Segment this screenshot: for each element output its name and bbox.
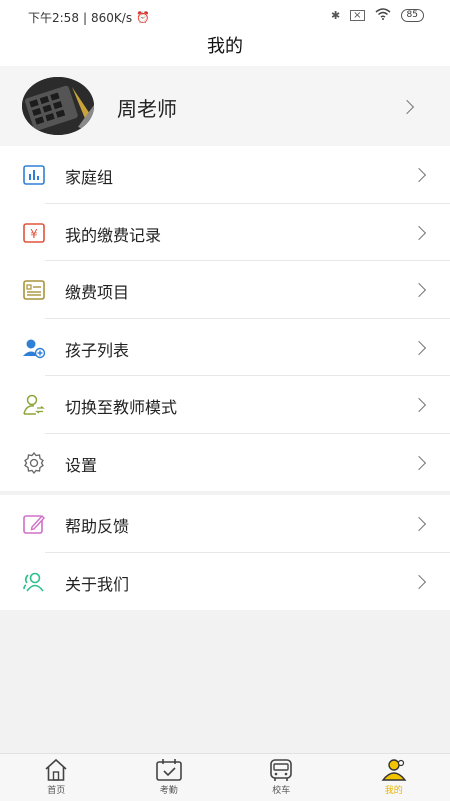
menu-item-payment-items[interactable]: 缴费项目 <box>0 261 450 319</box>
wifi-icon <box>375 8 391 23</box>
svg-text:¥: ¥ <box>30 227 38 241</box>
chevron-right-icon <box>412 168 426 182</box>
tab-label: 考勤 <box>113 783 226 796</box>
menu-item-label: 设置 <box>65 452 97 476</box>
bluetooth-icon: ✱ <box>331 9 340 22</box>
calendar-check-icon <box>155 758 183 782</box>
avatar <box>22 77 94 135</box>
chevron-right-icon <box>400 100 414 114</box>
tab-label: 首页 <box>0 783 113 796</box>
bottom-tab-bar: 首页 考勤 校车 我的 <box>0 753 450 801</box>
menu-group-main: 家庭组 ¥ 我的缴费记录 缴费项目 孩子列表 切换至教师模式 <box>0 146 450 491</box>
chevron-right-icon <box>412 517 426 531</box>
menu-item-help-feedback[interactable]: 帮助反馈 <box>0 495 450 553</box>
child-add-icon <box>22 336 46 360</box>
menu-group-secondary: 帮助反馈 关于我们 <box>0 495 450 610</box>
home-icon <box>43 758 69 782</box>
menu-item-label: 我的缴费记录 <box>65 222 161 246</box>
alarm-off-icon: ⏰ <box>136 11 150 24</box>
profile-name: 周老师 <box>117 93 177 122</box>
profile-row[interactable]: 周老师 <box>0 66 450 146</box>
chevron-right-icon <box>412 574 426 588</box>
users-icon <box>22 570 46 594</box>
gear-icon <box>22 451 46 475</box>
edit-icon <box>22 512 46 536</box>
chevron-right-icon <box>412 340 426 354</box>
menu-item-payment-records[interactable]: ¥ 我的缴费记录 <box>0 204 450 262</box>
chevron-right-icon <box>412 225 426 239</box>
chevron-right-icon <box>412 283 426 297</box>
menu-item-children-list[interactable]: 孩子列表 <box>0 319 450 377</box>
menu-item-label: 家庭组 <box>65 164 113 188</box>
menu-item-label: 孩子列表 <box>65 337 129 361</box>
bus-icon <box>268 758 294 782</box>
menu-item-family-group[interactable]: 家庭组 <box>0 146 450 204</box>
status-bar: 下午2:58 | 860K/s ⏰ ✱ × 85 <box>0 0 450 32</box>
sim-icon: × <box>350 10 364 21</box>
chevron-right-icon <box>412 398 426 412</box>
tab-attendance[interactable]: 考勤 <box>113 754 226 801</box>
tab-label: 校车 <box>225 783 338 796</box>
menu-item-about-us[interactable]: 关于我们 <box>0 553 450 611</box>
bar-chart-icon <box>22 163 46 187</box>
tab-home[interactable]: 首页 <box>0 754 113 801</box>
yen-icon: ¥ <box>22 221 46 245</box>
bill-list-icon <box>22 278 46 302</box>
battery-indicator: 85 <box>401 9 424 22</box>
tab-school-bus[interactable]: 校车 <box>225 754 338 801</box>
menu-item-switch-teacher-mode[interactable]: 切换至教师模式 <box>0 376 450 434</box>
network-speed: 860K/s <box>91 11 132 25</box>
menu-item-settings[interactable]: 设置 <box>0 434 450 492</box>
menu-item-label: 缴费项目 <box>65 279 129 303</box>
tab-mine[interactable]: 我的 <box>338 754 450 801</box>
menu-item-label: 切换至教师模式 <box>65 394 177 418</box>
page-title: 我的 <box>0 32 450 66</box>
status-time: 下午2:58 <box>28 9 79 26</box>
chevron-right-icon <box>412 455 426 469</box>
menu-item-label: 关于我们 <box>65 571 129 595</box>
profile-icon <box>380 758 408 782</box>
menu-item-label: 帮助反馈 <box>65 513 129 537</box>
switch-user-icon <box>22 393 46 417</box>
tab-label: 我的 <box>338 783 450 796</box>
